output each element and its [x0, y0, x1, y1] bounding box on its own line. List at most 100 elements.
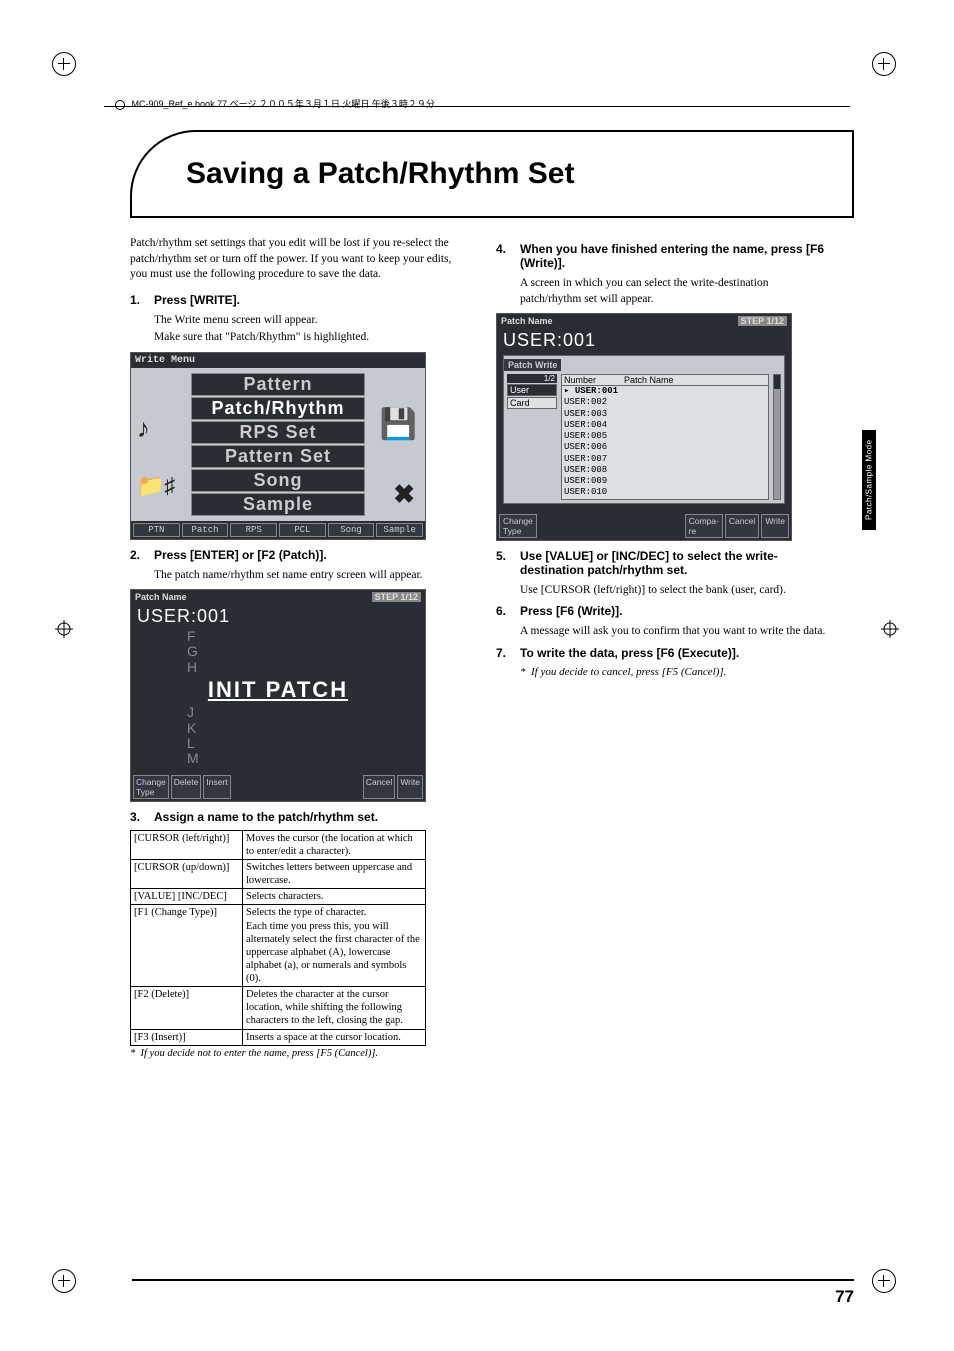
fkey: Write: [397, 775, 423, 799]
crop-mark-icon: [872, 52, 902, 82]
lcd-title: Write Menu: [131, 353, 425, 368]
fkey: PCL: [279, 523, 326, 537]
step-label: Press [F6 (Write)].: [520, 604, 622, 618]
cancel-note: * If you decide to cancel, press [F5 (Ca…: [520, 666, 828, 678]
intro-text: Patch/rhythm set settings that you edit …: [130, 236, 462, 283]
step-sub: A screen in which you can select the wri…: [520, 276, 828, 307]
fkey: Cancel: [363, 775, 395, 799]
char-wheel-upper: F G H: [187, 629, 419, 675]
registration-mark-icon: [55, 620, 73, 638]
bank-item: Card: [507, 397, 557, 409]
list-item: USER:001: [562, 386, 768, 397]
fkey: Insert: [203, 775, 230, 799]
floppy-icon: 💾: [380, 407, 417, 442]
list-item: USER:004: [562, 420, 768, 431]
list-item: USER:005: [562, 431, 768, 442]
lcd-title: Patch Name: [135, 592, 187, 602]
menu-item: Sample: [191, 493, 365, 516]
menu-item-selected: Patch/Rhythm: [191, 397, 365, 420]
fkey: Change Type: [499, 514, 537, 538]
section-tab: Patch/Sample Mode: [862, 430, 876, 530]
scrollbar: [773, 374, 781, 500]
list-item: USER:010: [562, 487, 768, 498]
step-5: 5. Use [VALUE] or [INC/DEC] to select th…: [496, 549, 828, 577]
fkey: Cancel: [725, 514, 759, 538]
list-item: USER:009: [562, 476, 768, 487]
col-name: Patch Name: [624, 375, 674, 385]
step-label: Press [ENTER] or [F2 (Patch)].: [154, 548, 327, 562]
list-item: USER:003: [562, 409, 768, 420]
table-row: [F3 (Insert)]Inserts a space at the curs…: [131, 1029, 426, 1045]
step-sub: Make sure that "Patch/Rhythm" is highlig…: [154, 330, 462, 346]
table-row: [VALUE] [INC/DEC]Selects characters.: [131, 889, 426, 905]
list-item: USER:008: [562, 465, 768, 476]
controls-table: [CURSOR (left/right)]Moves the cursor (t…: [130, 830, 426, 1046]
patch-name-value: INIT PATCH: [137, 677, 419, 703]
patch-name-lcd: Patch Name STEP 1/12 USER:001 F G H INIT…: [130, 589, 426, 802]
header-rule: [104, 106, 850, 107]
menu-item: Pattern: [191, 373, 365, 396]
step-4: 4. When you have finished entering the n…: [496, 242, 828, 270]
fkey: Compa- re: [685, 514, 723, 538]
crop-mark-icon: [52, 52, 82, 82]
table-footnote: * If you decide not to enter the name, p…: [130, 1048, 462, 1059]
fkey: Song: [328, 523, 375, 537]
print-header: MC-909_Ref_e.book 77 ページ ２００５年３月１日 火曜日 午…: [115, 97, 435, 110]
panel-title: Patch Write: [504, 359, 561, 371]
page-title-box: Saving a Patch/Rhythm Set: [130, 130, 854, 218]
crop-mark-icon: [872, 1269, 902, 1299]
fkey: Change Type: [133, 775, 169, 799]
step-1: 1. Press [WRITE].: [130, 293, 462, 307]
step-sub: The patch name/rhythm set name entry scr…: [154, 568, 462, 584]
page-title: Saving a Patch/Rhythm Set: [186, 157, 574, 191]
lcd-title: Patch Name: [501, 316, 553, 326]
page-number: 77: [835, 1287, 854, 1307]
list-item: USER:002: [562, 397, 768, 408]
write-menu-lcd: Write Menu ♪ 📁♯ 💾 ✖ Pattern Patch/Rhythm…: [130, 352, 426, 540]
crop-mark-icon: [52, 1269, 82, 1299]
step-num: 6.: [496, 604, 510, 618]
step-label: To write the data, press [F6 (Execute)].: [520, 646, 739, 660]
step-num: 1.: [130, 293, 144, 307]
table-row: [CURSOR (left/right)]Moves the cursor (t…: [131, 830, 426, 859]
step-num: 5.: [496, 549, 510, 577]
step-2: 2. Press [ENTER] or [F2 (Patch)].: [130, 548, 462, 562]
footer-rule: [132, 1279, 854, 1281]
step-sub: The Write menu screen will appear.: [154, 313, 462, 329]
bank-page: 1/2: [507, 374, 557, 383]
list-item: USER:006: [562, 442, 768, 453]
step-6: 6. Press [F6 (Write)].: [496, 604, 828, 618]
step-3: 3. Assign a name to the patch/rhythm set…: [130, 810, 462, 824]
fkey: Sample: [376, 523, 423, 537]
fkey: Delete: [171, 775, 202, 799]
step-7: 7. To write the data, press [F6 (Execute…: [496, 646, 828, 660]
lcd-user: USER:001: [503, 330, 596, 350]
lcd-user: USER:001: [137, 606, 230, 627]
registration-mark-icon: [881, 620, 899, 638]
menu-item: Pattern Set: [191, 445, 365, 468]
step-num: 2.: [130, 548, 144, 562]
folder-icon: 📁♯: [137, 473, 175, 499]
step-label: Assign a name to the patch/rhythm set.: [154, 810, 378, 824]
patch-write-lcd: Patch Name STEP 1/12 USER:001 Patch Writ…: [496, 313, 792, 541]
char-wheel-lower: J K L M: [187, 705, 419, 767]
step-num: 4.: [496, 242, 510, 270]
step-sub: Use [CURSOR (left/right)] to select the …: [520, 583, 828, 599]
lcd-step: STEP 1/12: [372, 592, 421, 602]
note-icon: ♪: [137, 413, 150, 444]
header-text: MC-909_Ref_e.book 77 ページ ２００５年３月１日 火曜日 午…: [132, 99, 435, 109]
step-label: When you have finished entering the name…: [520, 242, 828, 270]
bank-item: User: [507, 384, 557, 396]
fkey: Patch: [182, 523, 229, 537]
table-row: [F2 (Delete)]Deletes the character at th…: [131, 987, 426, 1029]
step-sub: A message will ask you to confirm that y…: [520, 624, 828, 640]
list-item: USER:007: [562, 454, 768, 465]
fkey: PTN: [133, 523, 180, 537]
x-icon: ✖: [393, 479, 415, 510]
step-num: 7.: [496, 646, 510, 660]
fkey: Write: [761, 514, 789, 538]
col-number: Number: [564, 375, 624, 385]
fkey: RPS: [230, 523, 277, 537]
menu-item: Song: [191, 469, 365, 492]
table-row: [F1 (Change Type)]Selects the type of ch…: [131, 905, 426, 987]
